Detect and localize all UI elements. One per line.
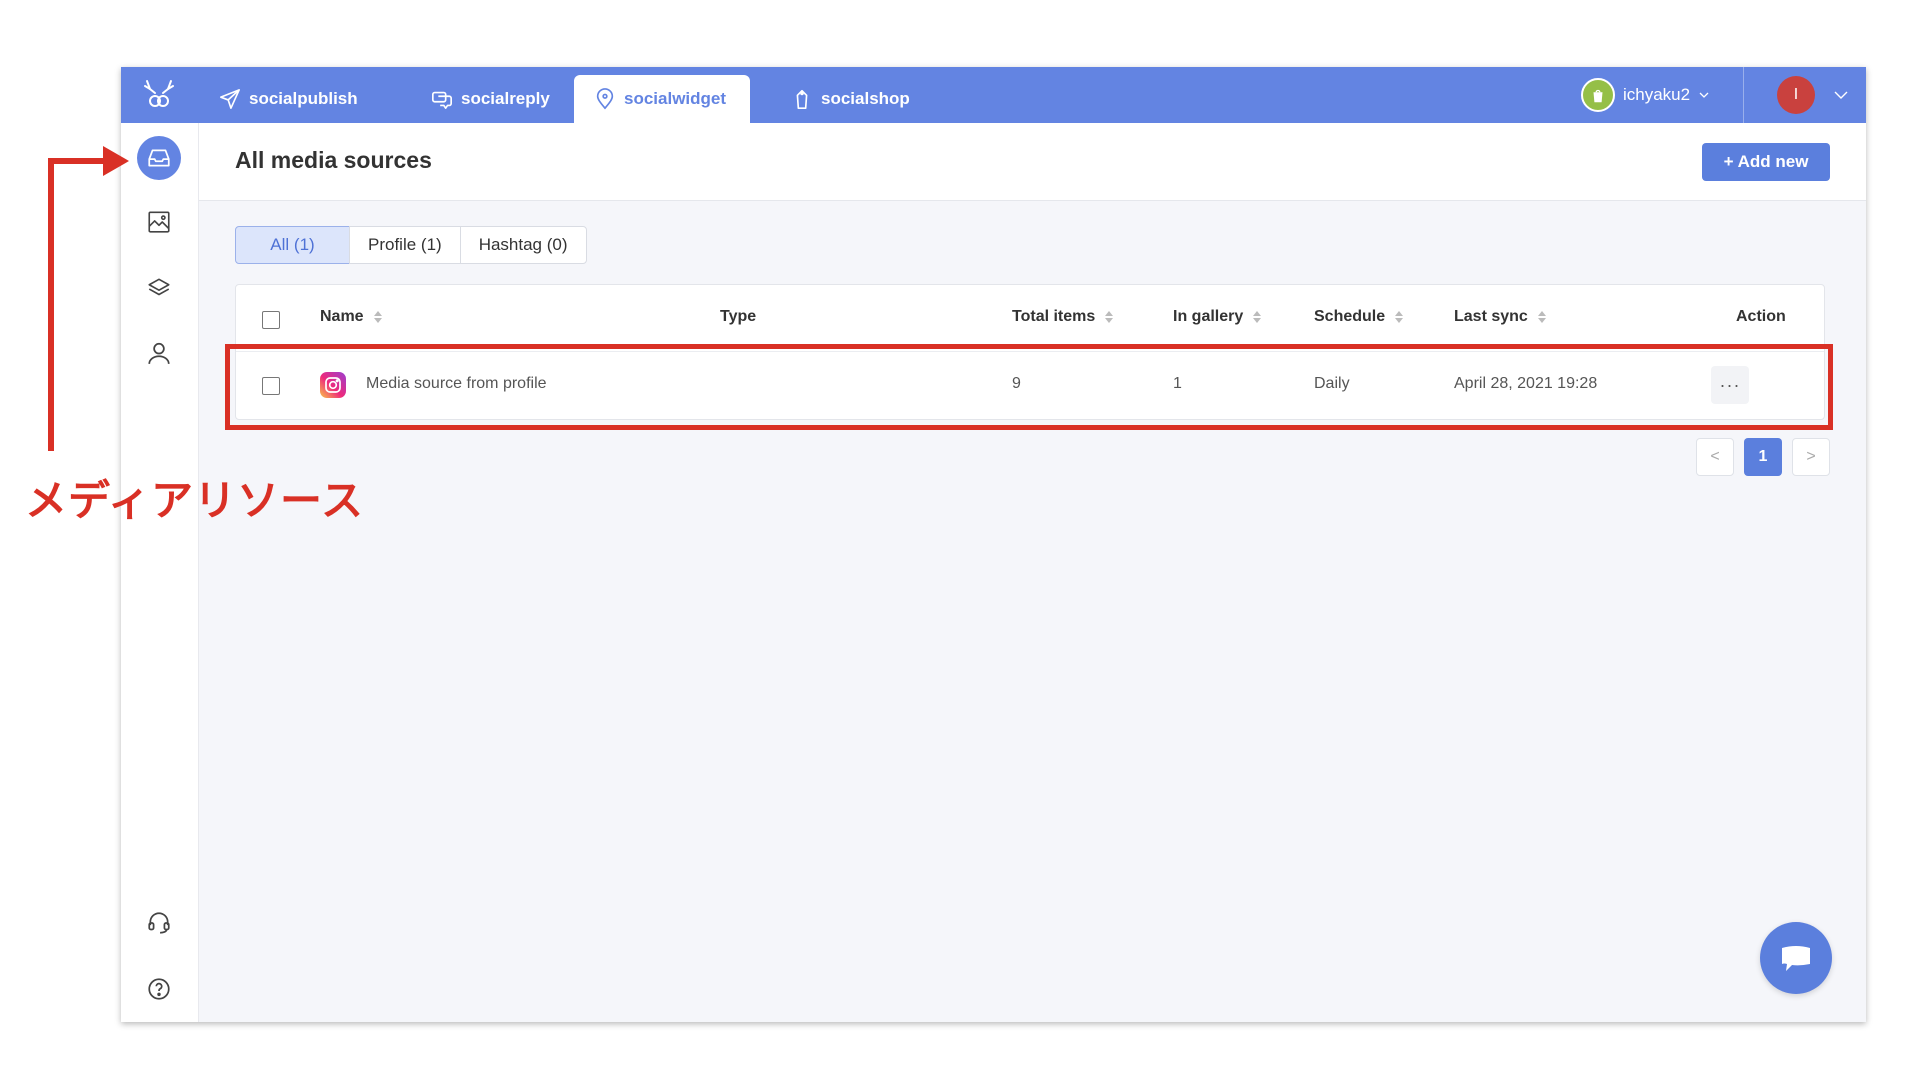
headset-support-icon xyxy=(148,912,170,934)
sort-icon[interactable] xyxy=(1253,311,1262,323)
layers-icon xyxy=(148,278,170,296)
column-header-schedule[interactable]: Schedule xyxy=(1314,308,1404,326)
column-label: In gallery xyxy=(1173,308,1244,325)
shopify-bag-icon xyxy=(1581,78,1615,112)
top-navigation-bar: socialpublish socialreply socialwidget s… xyxy=(121,67,1866,123)
column-header-last-sync[interactable]: Last sync xyxy=(1454,308,1546,326)
add-new-button[interactable]: + Add new xyxy=(1702,143,1830,181)
column-header-in-gallery[interactable]: In gallery xyxy=(1173,308,1262,326)
column-label: Type xyxy=(720,308,757,325)
annotation-arrow xyxy=(48,158,108,164)
chat-icon xyxy=(1782,946,1810,971)
image-gallery-icon xyxy=(148,211,170,233)
location-pin-icon xyxy=(596,88,614,110)
chevron-down-icon[interactable] xyxy=(1833,89,1849,101)
sort-icon[interactable] xyxy=(1105,311,1114,323)
page-title: All media sources xyxy=(235,147,432,173)
paper-plane-icon xyxy=(220,89,240,109)
chat-bubbles-icon xyxy=(432,91,452,109)
app-window: socialpublish socialreply socialwidget s… xyxy=(121,67,1866,1022)
column-label: Name xyxy=(320,308,364,325)
sidebar-item-help[interactable] xyxy=(137,967,181,1011)
sort-icon[interactable] xyxy=(1395,311,1404,323)
column-label: Schedule xyxy=(1314,308,1386,325)
nav-label: socialshop xyxy=(821,89,910,108)
sidebar-item-media-sources[interactable] xyxy=(137,136,181,180)
divider xyxy=(1743,67,1744,123)
annotation-label: メディアリソース xyxy=(25,477,364,524)
sidebar-item-support[interactable] xyxy=(137,901,181,945)
sort-icon[interactable] xyxy=(1537,311,1546,323)
column-header-action: Action xyxy=(1736,308,1786,326)
sidebar-item-galleries[interactable] xyxy=(137,200,181,244)
annotation-arrow xyxy=(48,158,54,451)
nav-label: socialpublish xyxy=(249,89,358,108)
shopping-bag-icon xyxy=(796,89,808,109)
pagination-prev-button[interactable]: < xyxy=(1696,438,1734,476)
select-all-checkbox[interactable] xyxy=(262,311,280,329)
nav-socialshop[interactable]: socialshop xyxy=(771,75,930,123)
sort-icon[interactable] xyxy=(373,311,382,323)
inbox-icon xyxy=(148,149,170,167)
user-icon xyxy=(148,342,170,364)
column-header-type: Type xyxy=(720,308,756,326)
nav-socialwidget[interactable]: socialwidget xyxy=(574,75,750,123)
filter-tabs: All (1) Profile (1) Hashtag (0) xyxy=(235,226,587,264)
annotation-arrow-head xyxy=(103,146,129,176)
sidebar xyxy=(121,123,199,1022)
nav-label: socialwidget xyxy=(624,89,727,108)
sidebar-item-layers[interactable] xyxy=(137,266,181,310)
column-label: Total items xyxy=(1012,308,1096,325)
nav-socialpublish[interactable]: socialpublish xyxy=(199,75,378,123)
column-header-name[interactable]: Name xyxy=(320,308,382,326)
user-avatar[interactable]: I xyxy=(1777,76,1815,114)
shop-name: ichyaku2 xyxy=(1623,85,1691,104)
column-label: Action xyxy=(1736,308,1786,325)
nav-label: socialreply xyxy=(461,89,550,108)
tab-hashtag[interactable]: Hashtag (0) xyxy=(459,226,587,264)
sidebar-item-account[interactable] xyxy=(137,331,181,375)
page-header: All media sources + Add new xyxy=(199,123,1866,201)
logo-icon[interactable] xyxy=(141,77,177,113)
chevron-down-icon xyxy=(1699,92,1709,98)
pagination-page-button[interactable]: 1 xyxy=(1744,438,1782,476)
column-header-total-items[interactable]: Total items xyxy=(1012,308,1114,326)
shop-switcher[interactable]: ichyaku2 xyxy=(1581,77,1710,113)
nav-socialreply[interactable]: socialreply xyxy=(411,75,570,123)
tab-profile[interactable]: Profile (1) xyxy=(349,226,461,264)
chat-support-button[interactable] xyxy=(1760,922,1832,994)
help-icon xyxy=(148,978,170,1000)
pagination-next-button[interactable]: > xyxy=(1792,438,1830,476)
annotation-highlight-box xyxy=(225,344,1833,430)
column-label: Last sync xyxy=(1454,308,1528,325)
tab-all[interactable]: All (1) xyxy=(235,226,350,264)
